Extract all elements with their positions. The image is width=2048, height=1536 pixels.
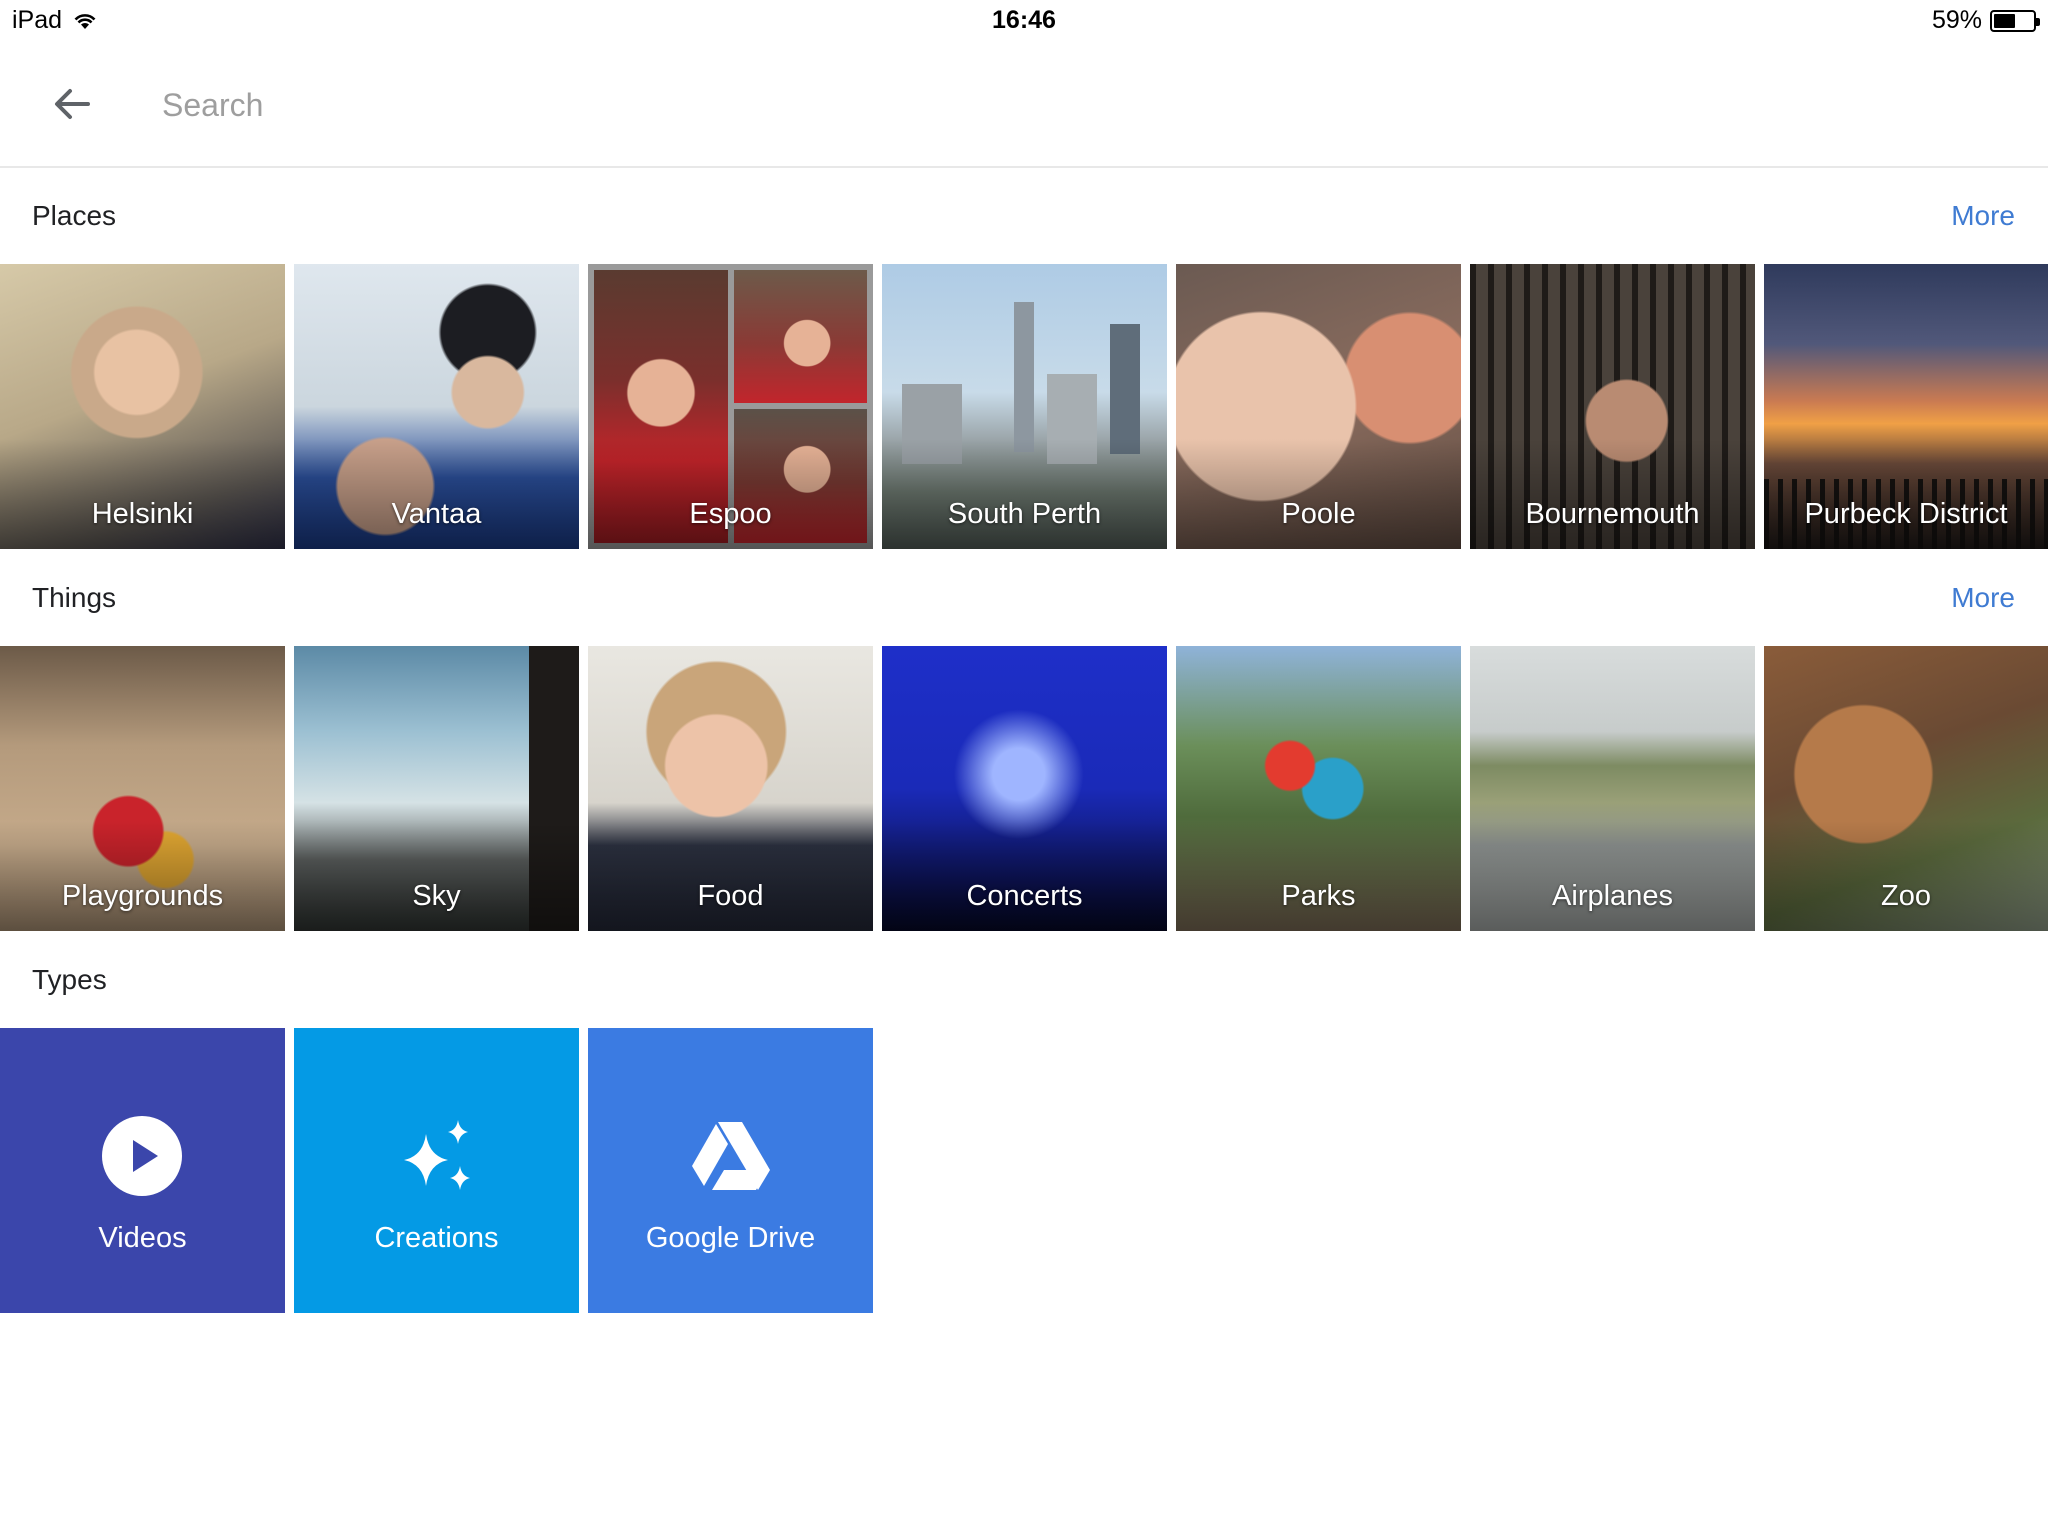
tile-label: Espoo	[689, 498, 772, 530]
thing-tile-airplanes[interactable]: Airplanes	[1470, 646, 1755, 931]
things-row: Playgrounds Sky Food Concerts Parks Airp…	[0, 646, 2048, 931]
type-tile-google-drive[interactable]: Google Drive	[588, 1028, 873, 1313]
thing-tile-food[interactable]: Food	[588, 646, 873, 931]
tile-label: Videos	[98, 1222, 187, 1254]
tile-shade	[588, 821, 873, 931]
places-row: Helsinki Vantaa Espoo South Perth Poole …	[0, 264, 2048, 549]
place-tile-helsinki[interactable]: Helsinki	[0, 264, 285, 549]
types-section-title: Types	[32, 964, 107, 995]
tile-label: Food	[697, 880, 764, 912]
tile-label: Helsinki	[91, 498, 194, 530]
things-more-link[interactable]: More	[1951, 582, 2015, 614]
tile-shade	[1470, 821, 1755, 931]
tile-shade	[882, 439, 1167, 549]
tile-shade	[0, 439, 285, 549]
tile-label: Google Drive	[645, 1222, 816, 1254]
place-tile-bournemouth[interactable]: Bournemouth	[1470, 264, 1755, 549]
place-tile-south-perth[interactable]: South Perth	[882, 264, 1167, 549]
place-tile-purbeck-district[interactable]: Purbeck District	[1764, 264, 2048, 549]
tile-shade	[1764, 439, 2048, 549]
sparkle-icon	[404, 1120, 470, 1190]
type-tile-videos[interactable]: Videos	[0, 1028, 285, 1313]
places-section-title: Places	[32, 200, 117, 231]
battery-level-fill	[1994, 13, 2015, 28]
tile-shade	[588, 439, 873, 549]
play-circle-icon	[102, 1116, 182, 1196]
status-right: 59%	[1931, 6, 2040, 35]
places-more-link[interactable]: More	[1951, 200, 2015, 232]
place-tile-espoo[interactable]: Espoo	[588, 264, 873, 549]
back-arrow-icon[interactable]	[48, 80, 96, 128]
place-tile-vantaa[interactable]: Vantaa	[294, 264, 579, 549]
tile-label: Playgrounds	[61, 880, 224, 912]
tile-shade	[294, 821, 579, 931]
building-shape	[1110, 324, 1140, 454]
tile-label: Vantaa	[391, 498, 482, 530]
collage-photo	[734, 270, 867, 403]
battery-percent: 59%	[1931, 6, 1982, 34]
type-tile-creations[interactable]: Creations	[294, 1028, 579, 1313]
thing-tile-zoo[interactable]: Zoo	[1764, 646, 2048, 931]
tile-label: Concerts	[966, 880, 1083, 912]
google-drive-icon	[692, 1122, 770, 1190]
status-bar: iPad 16:46 59%	[0, 0, 2048, 42]
tile-label: Airplanes	[1552, 880, 1673, 912]
thing-tile-playgrounds[interactable]: Playgrounds	[0, 646, 285, 931]
battery-icon	[1990, 9, 2040, 32]
tile-label: Sky	[412, 880, 461, 912]
tile-shade	[1470, 439, 1755, 549]
search-header	[0, 42, 2048, 168]
things-section-title: Things	[32, 582, 117, 613]
tile-shade	[0, 821, 285, 931]
tile-shade	[882, 821, 1167, 931]
types-row: Videos Creations Google Drive	[0, 1028, 2048, 1313]
tile-shade	[294, 439, 579, 549]
thing-tile-sky[interactable]: Sky	[294, 646, 579, 931]
thing-tile-parks[interactable]: Parks	[1176, 646, 1461, 931]
tile-label: Parks	[1281, 880, 1356, 912]
search-input[interactable]	[162, 78, 1962, 132]
tile-label: Zoo	[1881, 880, 1931, 912]
tile-label: Bournemouth	[1525, 498, 1700, 530]
tile-label: Purbeck District	[1804, 498, 2008, 530]
place-tile-poole[interactable]: Poole	[1176, 264, 1461, 549]
tile-shade	[1176, 439, 1461, 549]
tile-label: Creations	[374, 1222, 499, 1254]
tile-label: South Perth	[947, 498, 1102, 530]
tile-label: Poole	[1281, 498, 1356, 530]
thing-tile-concerts[interactable]: Concerts	[882, 646, 1167, 931]
status-time: 16:46	[992, 6, 1056, 34]
tile-shade	[1176, 821, 1461, 931]
building-shape	[1014, 302, 1034, 452]
tile-shade	[1764, 821, 2048, 931]
